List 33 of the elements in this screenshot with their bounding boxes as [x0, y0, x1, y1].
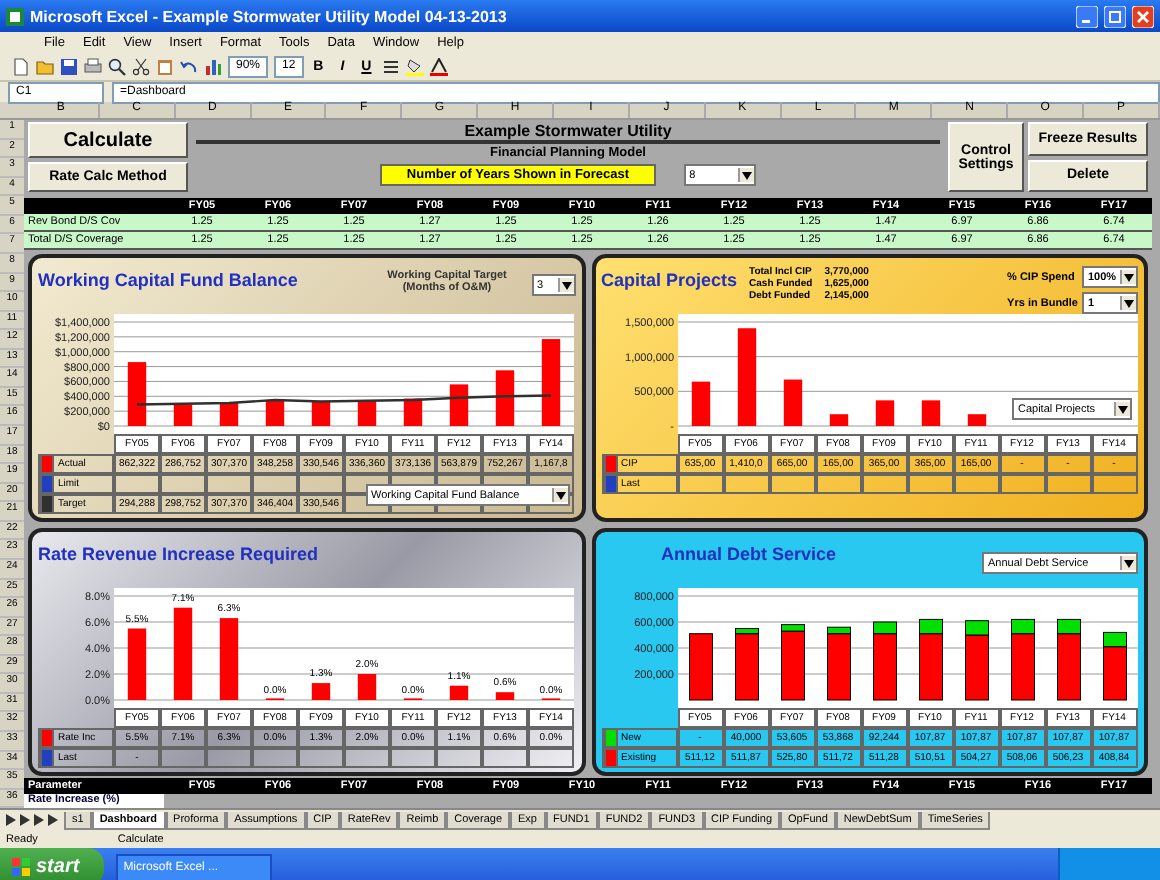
calculate-button[interactable]: Calculate — [28, 122, 188, 158]
chart-bar — [688, 633, 712, 701]
caret-icon — [1124, 299, 1134, 307]
panel-title: Capital Projects — [601, 268, 738, 290]
window-title: Microsoft Excel - Example Stormwater Utility Model 04-13-2013 — [30, 7, 509, 25]
chart-bar — [495, 692, 515, 700]
printer-icon[interactable] — [84, 57, 102, 75]
save-icon[interactable] — [60, 57, 78, 75]
caret-icon — [555, 491, 565, 499]
caret-icon — [1124, 273, 1135, 281]
fill-color-icon[interactable] — [405, 57, 424, 75]
font-color-icon[interactable] — [429, 57, 448, 75]
caret-icon — [1124, 559, 1134, 567]
scissors-icon[interactable] — [132, 57, 150, 75]
magnifier-icon[interactable] — [108, 57, 126, 75]
close-icon[interactable] — [1132, 5, 1154, 27]
undo-icon[interactable] — [180, 57, 198, 75]
caret-icon — [741, 171, 752, 179]
chart-icon[interactable] — [204, 57, 222, 75]
caret-icon — [561, 281, 571, 289]
panel-title: Annual Debt Service — [659, 542, 837, 564]
caret-icon — [1118, 405, 1128, 413]
minimize-icon[interactable] — [1076, 5, 1098, 27]
spreadsheet-icon — [6, 7, 24, 25]
maximize-icon[interactable] — [1104, 5, 1126, 27]
panel-title: Working Capital Fund Balance — [38, 268, 298, 290]
sheet-title: Example Stormwater Utility — [196, 122, 940, 144]
flag-icon — [12, 858, 30, 876]
panel-title: Rate Revenue Increase Required — [38, 542, 319, 564]
document-icon[interactable] — [12, 57, 30, 75]
system-tray — [1058, 848, 1160, 880]
folder-icon[interactable] — [36, 57, 54, 75]
align-icon[interactable] — [381, 57, 400, 75]
